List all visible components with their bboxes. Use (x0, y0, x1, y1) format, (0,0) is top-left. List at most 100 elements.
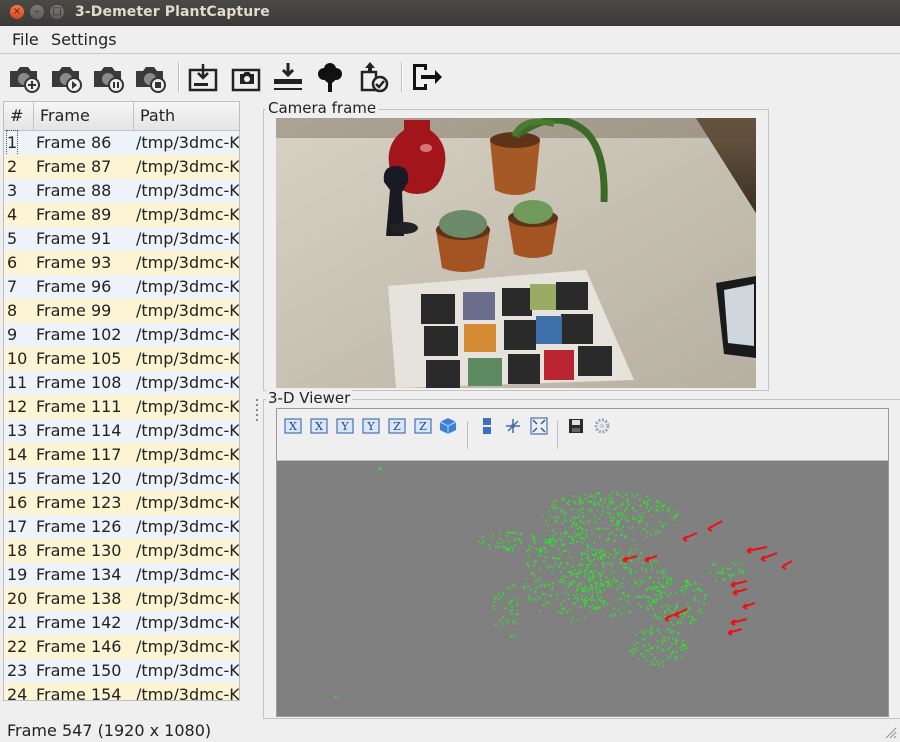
table-row[interactable]: 5 Frame 91/tmp/3dmc-K. (4, 227, 239, 251)
column-header-index[interactable]: # (4, 102, 34, 130)
table-row[interactable]: 10 Frame 105/tmp/3dmc-K. (4, 347, 239, 371)
row-frame: Frame 91 (36, 229, 112, 248)
toolbar-separator (401, 62, 403, 92)
camera-image (276, 118, 756, 388)
menu-file[interactable]: File (12, 30, 39, 49)
row-index: 13 (7, 421, 28, 440)
row-path: /tmp/3dmc-K. (136, 205, 240, 224)
axes-icon[interactable] (504, 417, 522, 435)
table-row[interactable]: 1 Frame 86/tmp/3dmc-K. (4, 130, 240, 156)
table-row[interactable]: 24 Frame 154/tmp/3dmc-K. (4, 683, 239, 701)
row-frame: Frame 105 (36, 349, 122, 368)
fit-icon[interactable] (530, 417, 548, 435)
maximize-window-button[interactable]: □ (50, 5, 64, 19)
table-row[interactable]: 9 Frame 102/tmp/3dmc-K. (4, 323, 239, 347)
row-path: /tmp/3dmc-K. (136, 421, 240, 440)
row-path: /tmp/3dmc-K. (136, 397, 240, 416)
menu-bar: File Settings (0, 26, 900, 54)
row-frame: Frame 99 (36, 301, 112, 320)
table-row[interactable]: 16 Frame 123/tmp/3dmc-K. (4, 491, 239, 515)
row-index: 22 (7, 637, 28, 656)
window-title: 3-Demeter PlantCapture (75, 4, 270, 20)
row-path: /tmp/3dmc-K. (136, 133, 240, 152)
table-row[interactable]: 6 Frame 93/tmp/3dmc-K. (4, 251, 239, 275)
view-z-pos-icon[interactable]: Z (388, 417, 406, 435)
row-path: /tmp/3dmc-K. (136, 445, 240, 464)
iso-view-icon[interactable] (439, 417, 457, 435)
table-row[interactable]: 8 Frame 99/tmp/3dmc-K. (4, 299, 239, 323)
table-body: 1 Frame 86/tmp/3dmc-K. 2 Frame 87/tmp/3dmc-… (4, 130, 240, 701)
stack-icon[interactable] (478, 417, 496, 435)
row-index: 5 (7, 229, 18, 248)
row-index: 3 (7, 181, 18, 200)
row-path: /tmp/3dmc-K. (136, 277, 240, 296)
row-frame: Frame 130 (36, 541, 122, 560)
table-row[interactable]: 7 Frame 96/tmp/3dmc-K. (4, 275, 239, 299)
row-path: /tmp/3dmc-K. (136, 541, 240, 560)
row-frame: Frame 138 (36, 589, 122, 608)
row-index: 10 (7, 349, 28, 368)
camera-add-icon[interactable] (7, 60, 41, 94)
table-row[interactable]: 12 Frame 111/tmp/3dmc-K. (4, 395, 239, 419)
view-z-neg-icon[interactable]: Z (414, 417, 432, 435)
row-index: 7 (7, 277, 18, 296)
row-frame: Frame 93 (36, 253, 112, 272)
table-header: # Frame Path (4, 102, 239, 131)
row-index: 17 (7, 517, 28, 536)
column-header-frame[interactable]: Frame (34, 102, 134, 130)
table-row[interactable]: 21 Frame 142/tmp/3dmc-K. (4, 611, 239, 635)
row-path: /tmp/3dmc-K. (136, 373, 240, 392)
table-row[interactable]: 13 Frame 114/tmp/3dmc-K. (4, 419, 239, 443)
export-check-icon[interactable] (357, 60, 391, 94)
camera-pause-icon[interactable] (91, 60, 125, 94)
floor-level-icon[interactable] (271, 60, 305, 94)
view-x-pos-icon[interactable]: X (284, 417, 302, 435)
view-x-neg-icon[interactable]: X (310, 417, 328, 435)
row-index: 21 (7, 613, 28, 632)
row-index: 15 (7, 469, 28, 488)
table-row[interactable]: 2 Frame 87/tmp/3dmc-K. (4, 155, 239, 179)
column-header-path[interactable]: Path (134, 102, 239, 130)
close-window-button[interactable]: × (10, 5, 24, 19)
menu-settings[interactable]: Settings (51, 30, 117, 49)
view-y-pos-icon[interactable]: Y (336, 417, 354, 435)
view-x-pos-label: X (289, 420, 297, 433)
save-icon[interactable] (567, 417, 585, 435)
point-cloud-canvas[interactable] (277, 461, 888, 716)
row-frame: Frame 89 (36, 205, 112, 224)
table-row[interactable]: 11 Frame 108/tmp/3dmc-K. (4, 371, 239, 395)
row-index: 8 (7, 301, 18, 320)
table-row[interactable]: 14 Frame 117/tmp/3dmc-K. (4, 443, 239, 467)
resize-grip[interactable] (881, 723, 897, 739)
camera-pose-arrows (622, 520, 793, 636)
row-frame: Frame 108 (36, 373, 122, 392)
table-row[interactable]: 15 Frame 120/tmp/3dmc-K. (4, 467, 239, 491)
table-row[interactable]: 3 Frame 88/tmp/3dmc-K. (4, 179, 239, 203)
row-index: 19 (7, 565, 28, 584)
table-row[interactable]: 18 Frame 130/tmp/3dmc-K. (4, 539, 239, 563)
import-icon[interactable] (186, 60, 220, 94)
table-row[interactable]: 4 Frame 89/tmp/3dmc-K. (4, 203, 239, 227)
frame-table[interactable]: # Frame Path 1 Frame 86/tmp/3dmc-K. 2 Frame… (3, 101, 240, 701)
splitter-handle[interactable] (256, 396, 259, 426)
table-row[interactable]: 19 Frame 134/tmp/3dmc-K. (4, 563, 239, 587)
row-path: /tmp/3dmc-K. (136, 469, 240, 488)
table-row[interactable]: 23 Frame 150/tmp/3dmc-K. (4, 659, 239, 683)
settings-icon[interactable] (593, 417, 611, 435)
row-path: /tmp/3dmc-K. (136, 589, 240, 608)
view-y-neg-icon[interactable]: Y (362, 417, 380, 435)
camera-stop-icon[interactable] (133, 60, 167, 94)
row-frame: Frame 117 (36, 445, 122, 464)
minimize-window-button[interactable]: – (30, 5, 44, 19)
viewer-toolbar-separator (467, 421, 468, 449)
snapshot-icon[interactable] (229, 60, 263, 94)
exit-icon[interactable] (409, 60, 443, 94)
toolbar-separator (178, 62, 180, 92)
table-row[interactable]: 20 Frame 138/tmp/3dmc-K. (4, 587, 239, 611)
table-row[interactable]: 17 Frame 126/tmp/3dmc-K. (4, 515, 239, 539)
row-index: 24 (7, 685, 28, 701)
table-row[interactable]: 22 Frame 146/tmp/3dmc-K. (4, 635, 239, 659)
view-z-neg-label: Z (419, 420, 427, 433)
camera-play-icon[interactable] (49, 60, 83, 94)
tree-icon[interactable] (313, 60, 347, 94)
